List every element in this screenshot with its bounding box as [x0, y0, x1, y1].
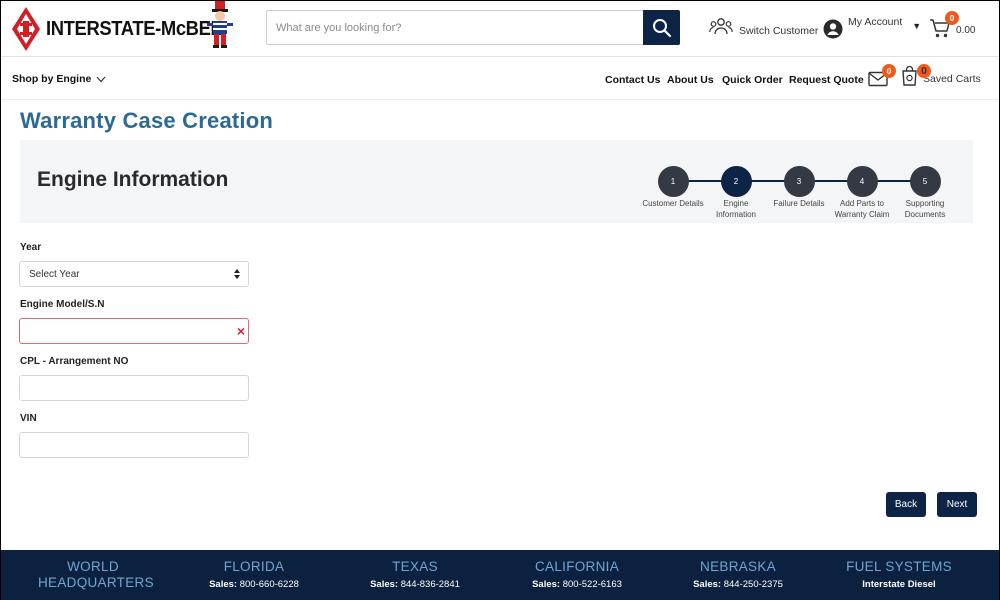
step-supporting-documents[interactable]: 5 Supporting Documents: [885, 166, 965, 220]
step-number: 2: [720, 166, 752, 197]
nav-link-about-us[interactable]: About Us: [667, 74, 714, 86]
chevron-down-icon: [96, 76, 106, 82]
step-number: 5: [909, 166, 941, 197]
shop-by-engine-label: Shop by Engine: [12, 73, 92, 85]
section-header-panel: Engine Information 1 Customer Details 2 …: [20, 140, 973, 223]
saved-carts-count-badge: 0: [917, 64, 931, 78]
search-icon: [652, 18, 671, 37]
cpl-arrangement-label: CPL - Arrangement NO: [20, 356, 129, 367]
nav-link-request-quote[interactable]: Request Quote: [789, 74, 864, 86]
error-x-icon: ×: [236, 323, 245, 339]
logo[interactable]: INTERSTATE-McBEE: [11, 5, 238, 53]
footer-location-fuel-systems: FUEL SYSTEMS Interstate Diesel: [839, 559, 959, 590]
messages-count-badge: 0: [882, 64, 896, 78]
engine-model-field[interactable]: ×: [19, 318, 249, 344]
nav-link-contact-us[interactable]: Contact Us: [605, 74, 660, 86]
cart-total: 0.00: [956, 25, 976, 36]
footer-sales[interactable]: Sales: 844-836-2841: [355, 579, 475, 590]
search-button[interactable]: [643, 10, 680, 45]
footer-sales[interactable]: Interstate Diesel: [839, 579, 959, 590]
footer-location-texas: TEXAS Sales: 844-836-2841: [355, 559, 475, 590]
footer-location-california: CALIFORNIA Sales: 800-522-6163: [517, 559, 637, 590]
footer-region: CALIFORNIA: [534, 559, 619, 574]
step-number: 1: [657, 166, 689, 197]
step-label: Supporting Documents: [904, 199, 946, 219]
people-icon: [709, 18, 733, 35]
saved-carts-label: Saved Carts: [923, 73, 981, 85]
page-title: Warranty Case Creation: [20, 108, 273, 133]
messages-button[interactable]: 0: [868, 64, 896, 87]
shop-by-engine-menu[interactable]: Shop by Engine: [12, 73, 106, 85]
site-footer: WORLD HEADQUARTERS FLORIDA Sales: 800-66…: [1, 550, 999, 600]
my-account-menu[interactable]: My Account ▼: [823, 15, 921, 39]
logo-diamond-icon: [12, 7, 40, 51]
footer-region: FLORIDA: [223, 559, 285, 574]
footer-region: NEBRASKA: [700, 559, 776, 574]
footer-region: WORLD HEADQUARTERS: [38, 559, 154, 590]
user-circle-icon: [823, 19, 843, 39]
footer-location-nebraska: NEBRASKA Sales: 844-250-2375: [678, 559, 798, 590]
cpl-arrangement-field[interactable]: [19, 375, 249, 401]
saved-cart-icon: [902, 66, 917, 86]
section-title: Engine Information: [37, 168, 229, 191]
footer-location-hq: WORLD HEADQUARTERS: [38, 559, 154, 591]
footer-location-florida: FLORIDA Sales: 800-660-6228: [194, 559, 314, 590]
year-select-value: Select Year: [29, 269, 80, 280]
step-number: 3: [783, 166, 815, 197]
my-account-label: My Account: [848, 16, 903, 28]
site-header: INTERSTATE-McBEE What are you looking fo…: [1, 1, 999, 57]
footer-sales[interactable]: Sales: 800-660-6228: [194, 579, 314, 590]
vin-label: VIN: [20, 413, 37, 424]
search-bar: [266, 10, 680, 45]
search-input[interactable]: [267, 11, 637, 44]
nav-link-quick-order[interactable]: Quick Order: [722, 74, 783, 86]
caret-down-icon: ▼: [912, 21, 922, 31]
cart-count-badge: 0: [945, 11, 959, 25]
footer-region: FUEL SYSTEMS: [846, 559, 952, 574]
select-arrows-icon: [234, 269, 240, 279]
vin-field[interactable]: [19, 432, 249, 458]
step-number: 4: [846, 166, 878, 197]
footer-sales[interactable]: Sales: 800-522-6163: [517, 579, 637, 590]
cart-button[interactable]: 0.00 0: [929, 11, 976, 40]
footer-sales[interactable]: Sales: 844-250-2375: [678, 579, 798, 590]
switch-customer-label: Switch Customer: [739, 25, 819, 37]
mascot-icon: [207, 1, 233, 48]
logo-text: INTERSTATE-McBEE: [46, 17, 223, 40]
engine-model-label: Engine Model/S.N: [20, 299, 105, 310]
footer-region: TEXAS: [392, 559, 438, 574]
year-label: Year: [20, 242, 42, 253]
next-button[interactable]: Next: [937, 492, 977, 517]
main-nav: Shop by Engine Contact Us About Us Quick…: [1, 58, 999, 100]
year-select[interactable]: Select Year: [19, 261, 249, 287]
back-button[interactable]: Back: [886, 492, 926, 517]
saved-carts-button[interactable]: Saved Carts 0: [901, 64, 981, 86]
switch-customer-button[interactable]: Switch Customer: [709, 17, 818, 37]
